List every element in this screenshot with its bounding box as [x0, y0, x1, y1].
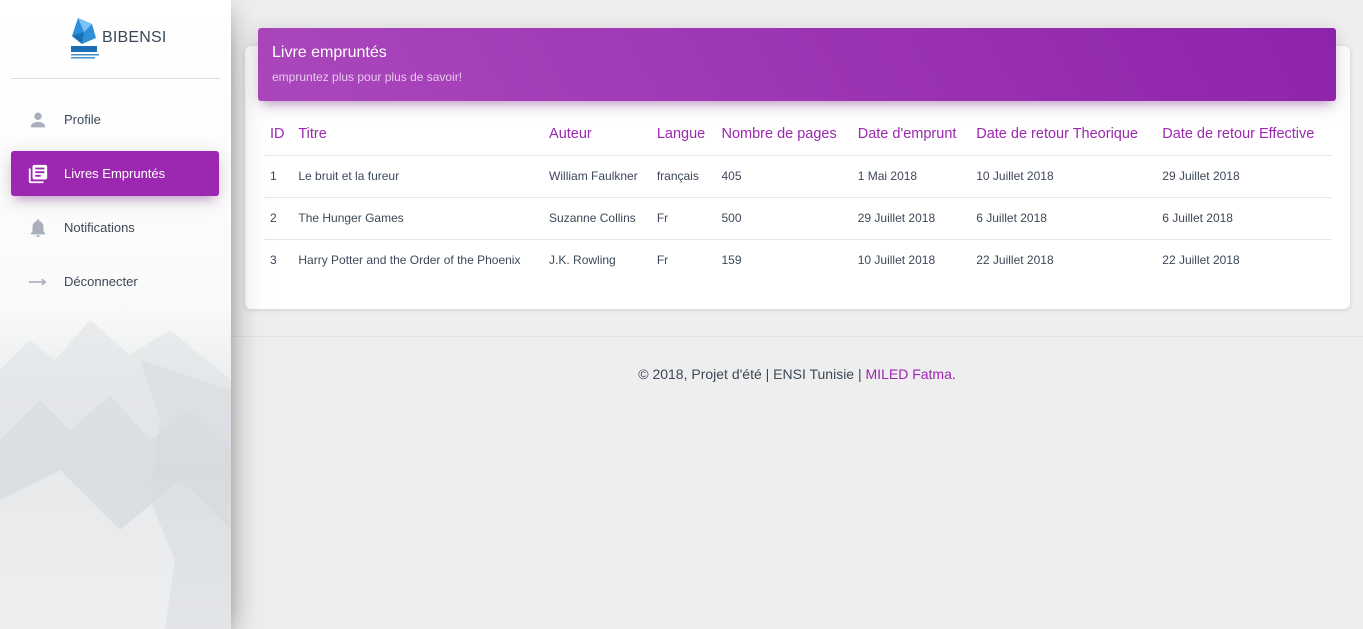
sidebar-nav: Profile Livres Empruntés Notifications D…	[0, 97, 231, 304]
table-cell: Suzanne Collins	[543, 197, 651, 240]
sidebar-item-label: Notifications	[64, 220, 135, 235]
sidebar-item-notifications[interactable]: Notifications	[11, 205, 219, 250]
sidebar-item-label: Profile	[64, 112, 101, 127]
table-cell: français	[650, 155, 716, 198]
table-cell: 22 Juillet 2018	[976, 253, 1054, 268]
sidebar-item-deconnecter[interactable]: Déconnecter	[11, 259, 219, 304]
footer-author-link[interactable]: MILED Fatma	[866, 366, 952, 382]
table-cell: 159	[721, 253, 742, 268]
table-cell: Harry Potter and the Order of the Phoeni…	[298, 253, 521, 268]
column-header-date-emprunt: Date d'emprunt	[851, 114, 971, 156]
table-cell: 500	[715, 197, 852, 240]
table-cell: J.K. Rowling	[549, 253, 616, 268]
table-cell: 405	[715, 155, 852, 198]
table-cell: 1 Mai 2018	[851, 155, 971, 198]
table-cell: 6 Juillet 2018	[970, 197, 1157, 240]
table-cell: 3	[270, 253, 277, 268]
table-row: 1 Le bruit et la fureur William Faulkner…	[264, 155, 1332, 198]
card-header: Livre empruntés empruntez plus pour plus…	[258, 28, 1336, 101]
column-header-date-retour-theorique: Date de retour Theorique	[970, 114, 1157, 156]
column-header-id: ID	[264, 114, 293, 156]
footer-divider	[231, 336, 1363, 337]
table-cell: Le bruit et la fureur	[292, 155, 544, 198]
column-header-auteur: Auteur	[543, 114, 651, 156]
table-cell: Fr	[650, 197, 716, 240]
table-cell: 2	[264, 197, 293, 240]
sidebar-item-livres-empruntes[interactable]: Livres Empruntés	[11, 151, 219, 196]
table-cell: William Faulkner	[543, 155, 651, 198]
footer-copyright: © 2018, Projet d'été | ENSI Tunisie |	[638, 366, 866, 382]
column-header-langue: Langue	[650, 114, 716, 156]
ensi-logo	[71, 18, 99, 59]
brand[interactable]: BIBENSI	[11, 0, 220, 79]
footer: © 2018, Projet d'été | ENSI Tunisie | MI…	[231, 366, 1363, 382]
borrowed-books-table: ID Titre Auteur Langue Nombre de pages D…	[264, 114, 1332, 281]
table-cell: 10 Juillet 2018	[970, 155, 1157, 198]
library-books-icon	[28, 164, 48, 184]
sidebar-item-label: Déconnecter	[64, 274, 138, 289]
column-header-titre: Titre	[292, 114, 544, 156]
table-cell: 29 Juillet 2018	[851, 197, 971, 240]
app-name: BIBENSI	[102, 29, 167, 46]
table-cell: 22 Juillet 2018	[1162, 253, 1240, 268]
table-cell: Fr	[656, 253, 669, 268]
sidebar-item-profile[interactable]: Profile	[11, 97, 219, 142]
table-cell: 6 Juillet 2018	[1156, 197, 1332, 240]
footer-suffix: .	[951, 366, 956, 382]
sidebar-item-label: Livres Empruntés	[64, 166, 166, 181]
table-cell: 10 Juillet 2018	[857, 253, 936, 268]
table-cell: 1	[264, 155, 293, 198]
card-subtitle: empruntez plus pour plus de savoir!	[272, 70, 463, 84]
table-row: 3 Harry Potter and the Order of the Phoe…	[264, 239, 1332, 281]
card-title: Livre empruntés	[272, 44, 387, 61]
column-header-date-retour-effective: Date de retour Effective	[1156, 114, 1332, 156]
mountain-background-image	[0, 320, 231, 629]
table-cell: 29 Juillet 2018	[1156, 155, 1332, 198]
table-row: 2 The Hunger Games Suzanne Collins Fr 50…	[264, 197, 1332, 240]
table-header-row: ID Titre Auteur Langue Nombre de pages D…	[264, 114, 1332, 156]
bell-icon	[30, 219, 46, 238]
arrow-right-icon	[28, 278, 47, 286]
sidebar: BIBENSI Profile Livres Empruntés Notific…	[0, 0, 231, 629]
person-icon	[30, 112, 46, 128]
table-cell: The Hunger Games	[292, 197, 544, 240]
column-header-nombre-de-pages: Nombre de pages	[715, 114, 852, 156]
